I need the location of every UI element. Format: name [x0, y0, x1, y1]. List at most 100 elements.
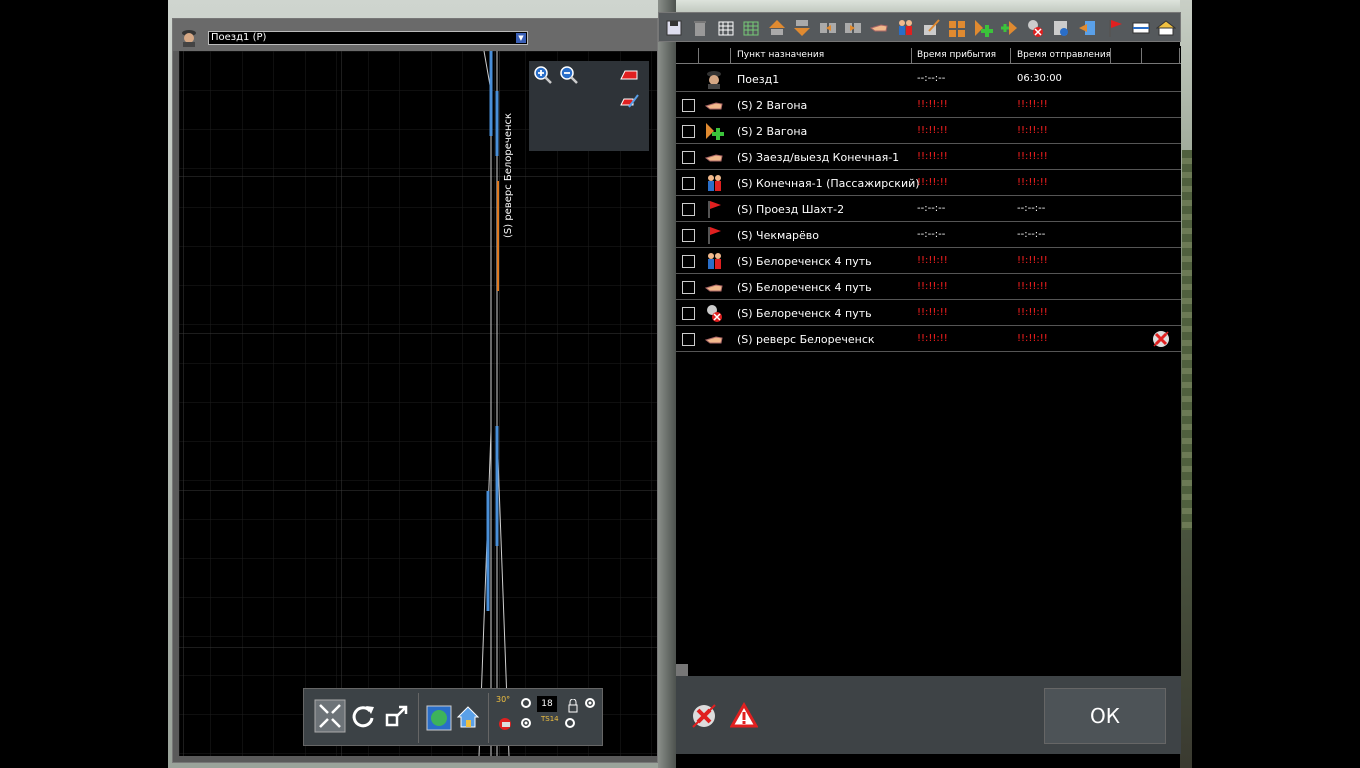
- lock-icon[interactable]: [567, 699, 579, 713]
- couple-icon[interactable]: [947, 17, 967, 39]
- row-destination: (S) 2 Вагона: [737, 125, 808, 138]
- edit-schedule-icon[interactable]: [921, 17, 941, 39]
- add-car-icon[interactable]: [973, 17, 993, 39]
- value-field[interactable]: 18: [537, 696, 557, 712]
- export-icon[interactable]: [1077, 17, 1097, 39]
- row-destination: (S) реверс Белореченск: [737, 333, 875, 346]
- schedule-row[interactable]: (S) реверс Белореченск!!:!!:!!!!:!!:!!: [676, 326, 1181, 352]
- row-arrival: !!:!!:!!: [917, 307, 948, 318]
- row-arrival: !!:!!:!!: [917, 99, 948, 110]
- row-arrival: !!:!!:!!: [917, 177, 948, 188]
- row-checkbox[interactable]: [682, 177, 695, 190]
- radio-option[interactable]: [520, 697, 532, 709]
- schedule-row[interactable]: (S) Чекмарёво --:--:-- --:--:--: [676, 222, 1181, 248]
- chevron-down-icon[interactable]: ▼: [516, 33, 526, 43]
- radio-option[interactable]: [584, 697, 596, 709]
- train-row[interactable]: Поезд1 --:--:-- 06:30:00: [676, 66, 1181, 92]
- add-waypoint-icon[interactable]: [999, 17, 1019, 39]
- schedule-row[interactable]: (S) Конечная-1 (Пассажирский)!!:!!:!!!!:…: [676, 170, 1181, 196]
- row-arrival: !!:!!:!!: [917, 151, 948, 162]
- column-departure[interactable]: Время отправления: [1017, 50, 1111, 60]
- row-departure: !!:!!:!!: [1017, 255, 1048, 266]
- driver-avatar-icon: [182, 30, 196, 47]
- fit-view-icon[interactable]: [314, 699, 346, 733]
- save-icon[interactable]: [664, 17, 684, 39]
- insert-before-icon[interactable]: [818, 17, 838, 39]
- row-arrival: --:--:--: [917, 229, 946, 240]
- row-destination: (S) Белореченск 4 путь: [737, 281, 872, 294]
- camera-icon[interactable]: [496, 715, 514, 733]
- schedule-row[interactable]: (S) 2 Вагона!!:!!:!!!!:!!:!!: [676, 92, 1181, 118]
- station-icon[interactable]: [1156, 17, 1176, 39]
- platform-icon[interactable]: [1131, 17, 1151, 39]
- row-arrival: !!:!!:!!: [917, 255, 948, 266]
- row-checkbox[interactable]: [682, 255, 695, 268]
- hand-icon[interactable]: [869, 17, 889, 39]
- schedule-row[interactable]: (S) Заезд/выезд Конечная-1!!:!!:!!!!:!!:…: [676, 144, 1181, 170]
- flag-icon: [708, 227, 721, 244]
- settings-icon[interactable]: [1051, 17, 1071, 39]
- row-destination: (S) Белореченск 4 путь: [737, 255, 872, 268]
- row-checkbox[interactable]: [682, 307, 695, 320]
- schedule-row[interactable]: (S) Белореченск 4 путь!!:!!:!!!!:!!:!!: [676, 274, 1181, 300]
- schedule-toolbar: [658, 12, 1181, 42]
- move-up-icon[interactable]: [767, 17, 787, 39]
- resize-icon[interactable]: [384, 703, 410, 729]
- schedule-row[interactable]: (S) Проезд Шахт-2 --:--:-- --:--:--: [676, 196, 1181, 222]
- row-arrival: !!:!!:!!: [917, 281, 948, 292]
- row-departure: !!:!!:!!: [1017, 99, 1048, 110]
- grid-icon[interactable]: [716, 17, 736, 39]
- delete-all-icon[interactable]: [690, 702, 718, 730]
- arrival-time: --:--:--: [917, 73, 946, 84]
- passengers-icon: [708, 175, 721, 191]
- grid-green-icon[interactable]: [741, 17, 761, 39]
- row-checkbox[interactable]: [682, 229, 695, 242]
- radio-option[interactable]: [520, 717, 532, 729]
- move-down-icon[interactable]: [792, 17, 812, 39]
- angle-icon[interactable]: 30°: [496, 695, 514, 711]
- zoom-in-icon[interactable]: [533, 65, 553, 85]
- scroll-corner: [676, 664, 688, 676]
- train-select[interactable]: Поезд1 (P) ▼: [208, 31, 528, 45]
- edit-path-icon[interactable]: [619, 91, 639, 111]
- ok-button[interactable]: ОК: [1044, 688, 1166, 744]
- row-checkbox[interactable]: [682, 333, 695, 346]
- column-arrival[interactable]: Время прибытия: [917, 50, 996, 60]
- insert-after-icon[interactable]: [843, 17, 863, 39]
- train-name: Поезд1: [737, 73, 780, 86]
- track-map-drawing: [179, 51, 657, 756]
- ts-icon[interactable]: TS14: [541, 715, 563, 729]
- row-checkbox[interactable]: [682, 99, 695, 112]
- background-trees: [1182, 150, 1192, 530]
- home-icon[interactable]: [456, 705, 480, 729]
- zoom-out-icon[interactable]: [559, 65, 579, 85]
- row-checkbox[interactable]: [682, 125, 695, 138]
- row-checkbox[interactable]: [682, 281, 695, 294]
- row-arrival: --:--:--: [917, 203, 946, 214]
- row-departure: --:--:--: [1017, 203, 1046, 214]
- eraser-icon[interactable]: [619, 65, 639, 85]
- column-destination[interactable]: Пункт назначения: [737, 50, 824, 60]
- map-panel: Поезд1 (P) ▼ (S) реверс Белореченск: [172, 18, 658, 763]
- passengers-icon[interactable]: [895, 17, 915, 39]
- row-arrival: !!:!!:!!: [917, 333, 948, 344]
- remove-instruction-icon[interactable]: [1150, 328, 1172, 350]
- uncouple-icon[interactable]: [1025, 17, 1045, 39]
- schedule-row[interactable]: (S) 2 Вагона!!:!!:!!!!:!!:!!: [676, 118, 1181, 144]
- schedule-row[interactable]: (S) Белореченск 4 путь!!:!!:!!!!:!!:!!: [676, 248, 1181, 274]
- row-destination: (S) Чекмарёво: [737, 229, 820, 242]
- flag-icon[interactable]: [1105, 17, 1125, 39]
- row-checkbox[interactable]: [682, 203, 695, 216]
- radio-option[interactable]: [564, 717, 576, 729]
- column-divider: [1179, 48, 1180, 64]
- row-checkbox[interactable]: [682, 151, 695, 164]
- trash-icon[interactable]: [690, 17, 710, 39]
- terrain-icon[interactable]: [426, 705, 452, 731]
- panel-divider: [658, 0, 676, 768]
- row-departure: !!:!!:!!: [1017, 125, 1048, 136]
- schedule-row[interactable]: (S) Белореченск 4 путь!!:!!:!!!!:!!:!!: [676, 300, 1181, 326]
- toolbar-separator: [488, 693, 489, 743]
- rotate-icon[interactable]: [350, 703, 376, 729]
- warning-icon[interactable]: [730, 702, 758, 730]
- track-map[interactable]: (S) реверс Белореченск: [179, 51, 657, 756]
